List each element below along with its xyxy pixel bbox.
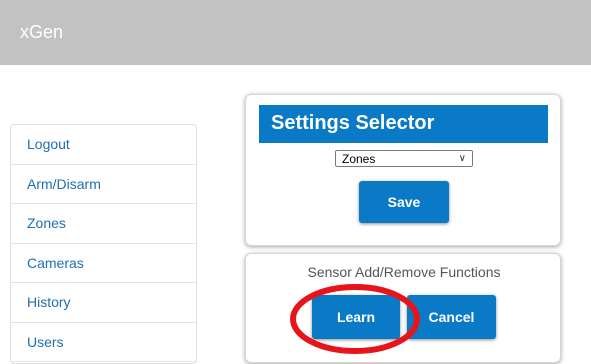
learn-button[interactable]: Learn	[312, 295, 400, 339]
sidebar-item-label: Arm/Disarm	[27, 175, 101, 192]
sidebar-item-cameras[interactable]: Cameras	[11, 244, 196, 283]
settings-select-dropdown[interactable]: Zones ∨	[335, 150, 473, 167]
sidebar-item-label: Logout	[27, 136, 70, 153]
settings-selector-title-text: Settings Selector	[271, 111, 435, 134]
sidebar-item-arm-disarm[interactable]: Arm/Disarm	[11, 165, 196, 204]
save-button-label: Save	[387, 194, 421, 210]
sidebar-item-label: Cameras	[27, 254, 84, 271]
learn-button-label: Learn	[336, 309, 376, 325]
sidebar-item-label: Users	[27, 333, 64, 350]
sidebar-item-history[interactable]: History	[11, 283, 196, 323]
cancel-button[interactable]: Cancel	[407, 295, 496, 339]
sidebar-item-users[interactable]: Users	[11, 323, 196, 362]
functions-panel: Sensor Add/Remove Functions Learn Cancel	[245, 253, 561, 363]
app-title: xGen	[20, 22, 64, 42]
selected-option-text: Zones	[342, 151, 376, 166]
settings-selector-panel: Settings Selector Zones ∨ Save	[245, 94, 561, 246]
sidebar-item-zones[interactable]: Zones	[11, 204, 196, 244]
sidebar-item-logout[interactable]: Logout	[11, 125, 196, 165]
title-underline	[259, 141, 548, 143]
functions-label: Sensor Add/Remove Functions	[307, 264, 501, 280]
app-header: xGen	[0, 0, 591, 65]
cancel-button-label: Cancel	[428, 309, 475, 325]
settings-selector-title: Settings Selector	[259, 105, 548, 143]
sidebar-nav: Logout Arm/Disarm Zones Cameras History …	[10, 124, 197, 364]
sidebar-item-label: History	[27, 294, 71, 311]
save-button[interactable]: Save	[359, 181, 449, 223]
sidebar-item-label: Zones	[27, 215, 66, 232]
chevron-down-icon: ∨	[458, 153, 466, 164]
